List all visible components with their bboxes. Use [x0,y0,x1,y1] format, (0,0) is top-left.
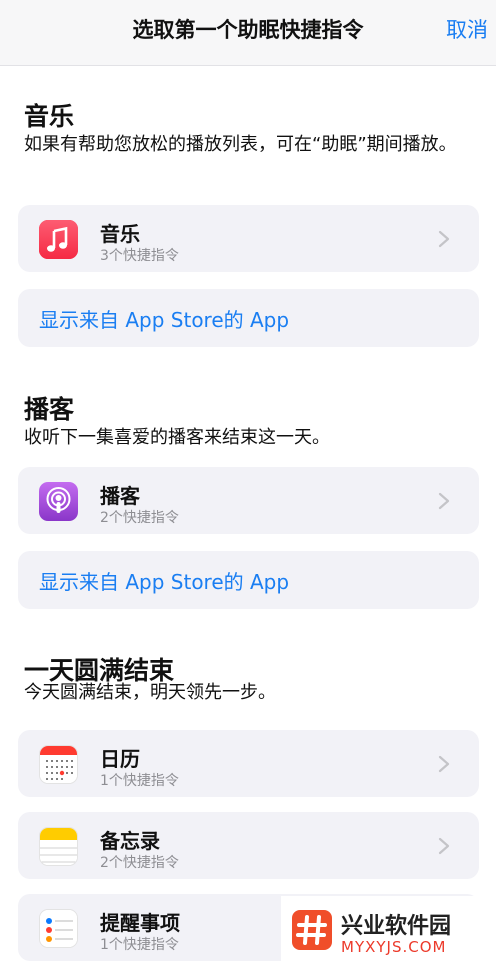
app-name: 日历 [100,747,140,771]
app-row-music[interactable]: 音乐 3个快捷指令 [18,205,479,272]
section-title-music: 音乐 [24,102,75,131]
shortcut-count: 1个快捷指令 [100,773,179,789]
app-row-notes[interactable]: 备忘录 2个快捷指令 [18,812,479,879]
app-store-link-text[interactable]: 显示来自 App Store的 App [39,304,289,333]
chevron-right-icon [438,230,450,248]
app-name: 备忘录 [100,829,160,853]
shortcut-count: 2个快捷指令 [100,855,179,871]
reminders-icon [39,909,78,948]
chevron-right-icon [438,755,450,773]
chevron-right-icon [438,492,450,510]
section-subtitle-wind-down: 今天圆满结束，明天领先一步。 [24,682,276,703]
notes-icon [39,827,78,866]
calendar-icon [39,745,78,784]
watermark: 兴业软件园 MYXYJS.COM [281,896,496,969]
cancel-button[interactable]: 取消 [446,14,488,44]
podcasts-icon [39,482,78,521]
section-subtitle-podcasts: 收听下一集喜爱的播客来结束这一天。 [24,427,330,448]
navigation-bar: 选取第一个助眠快捷指令 取消 [0,0,496,66]
app-store-link-music[interactable]: 显示来自 App Store的 App [18,289,479,347]
watermark-url: MYXYJS.COM [341,938,447,956]
app-row-podcasts[interactable]: 播客 2个快捷指令 [18,467,479,534]
nav-title: 选取第一个助眠快捷指令 [132,18,364,42]
app-store-link-podcasts[interactable]: 显示来自 App Store的 App [18,551,479,609]
app-store-link-text[interactable]: 显示来自 App Store的 App [39,566,289,595]
music-icon [39,220,78,259]
app-name: 播客 [100,484,140,508]
watermark-name: 兴业软件园 [341,914,452,939]
chevron-right-icon [438,837,450,855]
app-name: 提醒事项 [100,911,180,935]
app-row-calendar[interactable]: 日历 1个快捷指令 [18,730,479,797]
app-name: 音乐 [100,222,140,246]
section-title-podcasts: 播客 [24,395,75,424]
shortcut-count: 2个快捷指令 [100,510,179,526]
section-subtitle-music: 如果有帮助您放松的播放列表，可在“助眠”期间播放。 [24,134,457,155]
shortcut-count: 3个快捷指令 [100,248,179,264]
hash-logo-icon [292,910,332,950]
shortcut-count: 1个快捷指令 [100,937,179,953]
